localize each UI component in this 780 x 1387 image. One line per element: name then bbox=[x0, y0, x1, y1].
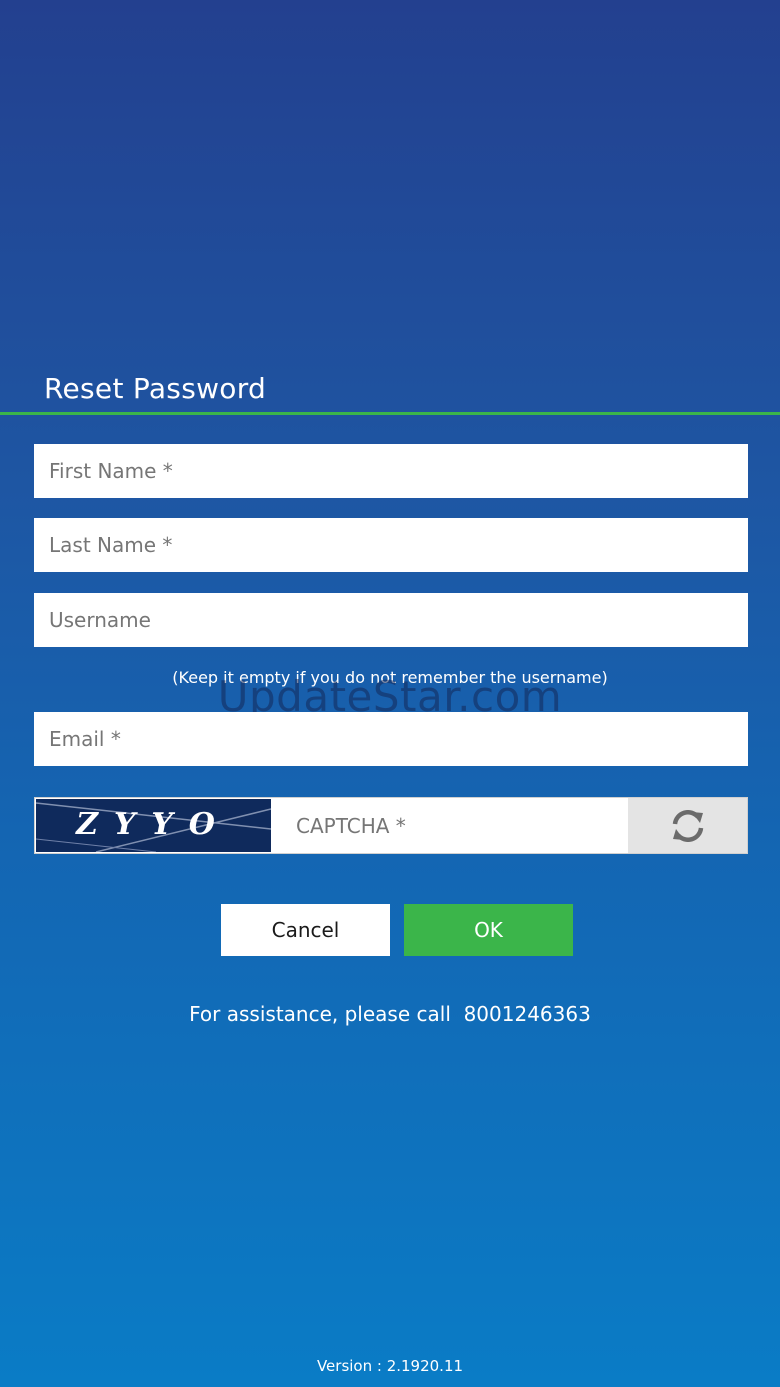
ok-button[interactable]: OK bbox=[404, 904, 573, 956]
username-hint: (Keep it empty if you do not remember th… bbox=[172, 668, 608, 687]
cancel-button[interactable]: Cancel bbox=[221, 904, 390, 956]
assistance-text: For assistance, please call 8001246363 bbox=[189, 1002, 591, 1026]
captcha-code: ZYYO bbox=[76, 807, 231, 842]
last-name-field[interactable] bbox=[34, 518, 748, 572]
title-divider bbox=[0, 412, 780, 415]
email-field[interactable] bbox=[34, 712, 748, 766]
refresh-icon bbox=[672, 809, 703, 842]
version-label: Version : 2.1920.11 bbox=[316, 1357, 464, 1375]
captcha-image: ZYYO bbox=[36, 799, 271, 852]
page-title: Reset Password bbox=[44, 372, 267, 405]
captcha-refresh-button[interactable] bbox=[628, 798, 747, 853]
first-name-field[interactable] bbox=[34, 444, 748, 498]
captcha-input[interactable] bbox=[272, 798, 628, 853]
captcha-row: ZYYO bbox=[34, 797, 748, 854]
username-field[interactable] bbox=[34, 593, 748, 647]
